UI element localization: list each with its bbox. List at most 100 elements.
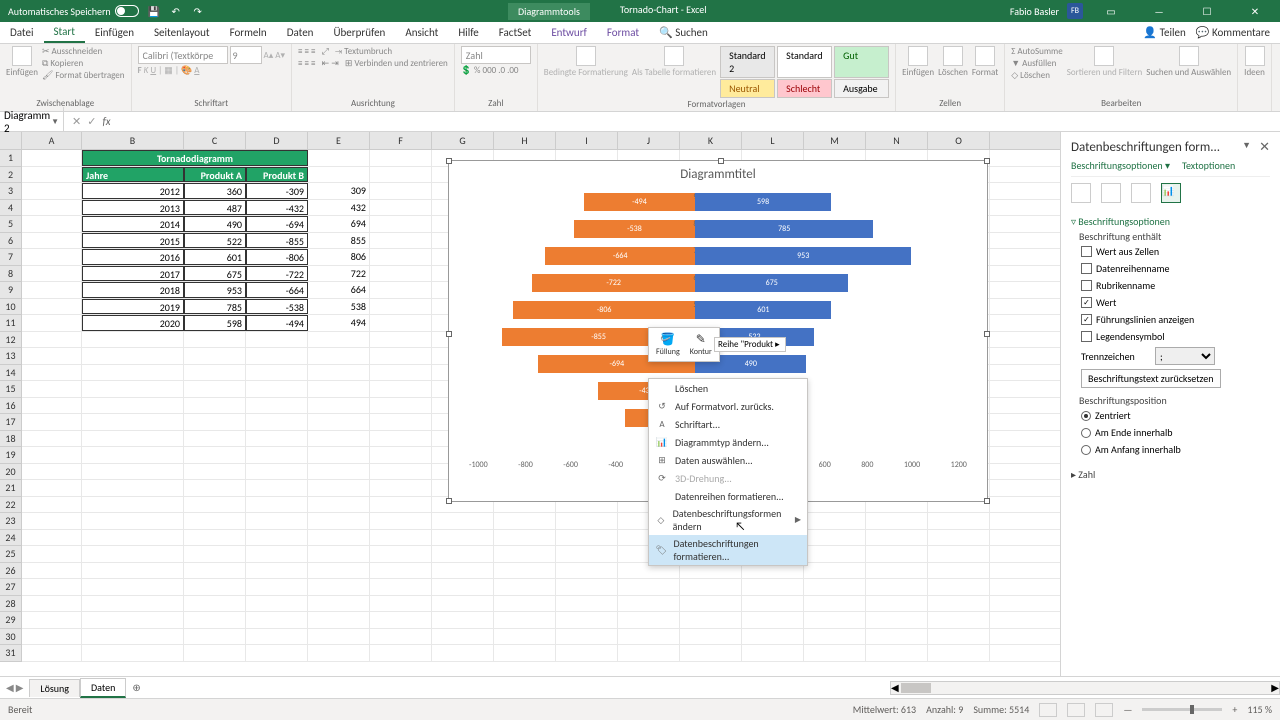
maximize-icon[interactable]: ☐ — [1187, 0, 1227, 22]
font-size-select[interactable] — [230, 46, 262, 64]
pane-tab-text-options[interactable]: Textoptionen — [1182, 159, 1235, 172]
pane-icon-options[interactable]: 📊 — [1161, 183, 1181, 203]
chart-title[interactable]: Diagrammtitel — [449, 161, 987, 188]
view-layout-button[interactable] — [1067, 703, 1085, 717]
enter-icon[interactable]: ✓ — [87, 115, 96, 128]
view-normal-button[interactable] — [1039, 703, 1057, 717]
fill-button-mini[interactable]: 🪣Füllung — [652, 331, 684, 358]
pane-section-options[interactable]: ▿ Beschriftungsoptionen — [1071, 213, 1270, 230]
ideas-button[interactable]: Ideen — [1244, 46, 1265, 78]
separator-select[interactable]: ; — [1155, 347, 1215, 365]
check-reihenname[interactable] — [1081, 263, 1092, 274]
ctx-format-series[interactable]: Datenreihen formatieren... — [649, 487, 807, 505]
as-table-button[interactable]: Als Tabelle formatieren — [632, 46, 716, 78]
zoom-out-button[interactable]: — — [1123, 703, 1132, 716]
check-legend[interactable] — [1081, 331, 1092, 342]
format-painter-button[interactable]: 🖌 Format übertragen — [42, 70, 125, 81]
font-name-select[interactable] — [138, 46, 228, 64]
number-format-select[interactable] — [461, 46, 531, 64]
series-selector[interactable]: Reihe "Produkt ▸ — [714, 337, 786, 352]
tab-formulas[interactable]: Formeln — [220, 23, 277, 42]
sort-filter-button[interactable]: Sortieren und Filtern — [1067, 46, 1143, 78]
tab-search[interactable]: 🔍 Suchen — [649, 23, 718, 42]
fx-icon[interactable]: fx — [102, 115, 110, 128]
horizontal-scrollbar[interactable]: ◀▶ — [890, 681, 1280, 695]
find-button[interactable]: Suchen und Auswählen — [1146, 46, 1231, 78]
cancel-icon[interactable]: ✕ — [72, 115, 81, 128]
ctx-format-labels[interactable]: 🏷Datenbeschriftungen formatieren... — [649, 535, 807, 565]
fill-button[interactable]: ▼ Ausfüllen — [1011, 58, 1062, 69]
row-headers[interactable]: 1234567891011121314151617181920212223242… — [0, 150, 22, 662]
tab-view[interactable]: Ansicht — [395, 23, 448, 42]
tab-review[interactable]: Überprüfen — [323, 23, 395, 42]
autosum-button[interactable]: Σ AutoSumme — [1011, 46, 1062, 57]
pane-tab-label-options[interactable]: Beschriftungsoptionen ▾ — [1071, 159, 1170, 172]
user-name[interactable]: Fabio Basler — [1010, 5, 1059, 18]
autosave-toggle[interactable]: Automatisches Speichern — [8, 5, 139, 18]
style-schlecht[interactable]: Schlecht — [777, 79, 832, 98]
tab-factset[interactable]: FactSet — [489, 23, 542, 42]
ctx-select-data[interactable]: ⊞Daten auswählen... — [649, 451, 807, 469]
share-button[interactable]: 👤 Teilen — [1143, 26, 1185, 39]
add-sheet-button[interactable]: ⊕ — [126, 679, 146, 696]
delete-cells-button[interactable]: Löschen — [938, 46, 968, 78]
redo-icon[interactable]: ↷ — [191, 4, 205, 18]
tab-format[interactable]: Format — [597, 23, 649, 42]
check-rubrikenname[interactable] — [1081, 280, 1092, 291]
select-all-corner[interactable] — [0, 132, 22, 150]
clear-button[interactable]: ◇ Löschen — [1011, 70, 1062, 81]
cut-button[interactable]: ✂ Ausschneiden — [42, 46, 125, 57]
radio-ende[interactable] — [1081, 428, 1091, 438]
pane-icon-fill[interactable] — [1071, 183, 1091, 203]
tab-help[interactable]: Hilfe — [448, 23, 488, 42]
tab-file[interactable]: Datei — [0, 23, 44, 42]
style-standard2[interactable]: Standard 2 — [720, 46, 775, 78]
ctx-font[interactable]: ASchriftart... — [649, 415, 807, 433]
format-cells-button[interactable]: Format — [972, 46, 998, 78]
minimize-icon[interactable]: — — [1139, 0, 1179, 22]
outline-button-mini[interactable]: ✎Kontur — [686, 331, 716, 358]
view-pagebreak-button[interactable] — [1095, 703, 1113, 717]
style-neutral[interactable]: Neutral — [720, 79, 775, 98]
close-icon[interactable]: ✕ — [1235, 0, 1275, 22]
ctx-delete[interactable]: Löschen — [649, 379, 807, 397]
toggle-off-icon[interactable] — [115, 5, 139, 17]
tab-design[interactable]: Entwurf — [541, 23, 597, 42]
sheet-tab-daten[interactable]: Daten — [80, 678, 126, 698]
sheet-nav-next[interactable]: ▶ — [16, 681, 24, 694]
tab-insert[interactable]: Einfügen — [85, 23, 144, 42]
pane-section-zahl[interactable]: ▸ Zahl — [1071, 466, 1270, 483]
undo-icon[interactable]: ↶ — [169, 4, 183, 18]
tab-home[interactable]: Start — [44, 22, 85, 43]
pane-icon-effects[interactable] — [1101, 183, 1121, 203]
pane-close-icon[interactable]: ✕ — [1259, 140, 1270, 155]
radio-zentriert[interactable] — [1081, 411, 1091, 421]
sheet-tab-loesung[interactable]: Lösung — [29, 679, 80, 697]
style-standard[interactable]: Standard — [777, 46, 832, 78]
zoom-level[interactable]: 115 % — [1247, 703, 1272, 716]
check-wert-zellen[interactable] — [1081, 246, 1092, 257]
reset-label-button[interactable]: Beschriftungstext zurücksetzen — [1081, 369, 1221, 388]
tab-layout[interactable]: Seitenlayout — [144, 23, 220, 42]
insert-cells-button[interactable]: Einfügen — [902, 46, 934, 78]
cond-fmt-button[interactable]: Bedingte Formatierung — [544, 46, 628, 78]
check-fuehrung[interactable]: ✓ — [1081, 314, 1092, 325]
save-icon[interactable]: 💾 — [147, 4, 161, 18]
pane-icon-size[interactable] — [1131, 183, 1151, 203]
ctx-change-chart[interactable]: 📊Diagrammtyp ändern... — [649, 433, 807, 451]
radio-anfang[interactable] — [1081, 445, 1091, 455]
comments-button[interactable]: 💬 Kommentare — [1196, 26, 1270, 39]
user-avatar[interactable]: FB — [1067, 3, 1083, 19]
paste-button[interactable]: Einfügen — [6, 46, 38, 78]
copy-button[interactable]: ⧉ Kopieren — [42, 58, 125, 69]
tab-data[interactable]: Daten — [277, 23, 324, 42]
ctx-reset[interactable]: ↺Auf Formatvorl. zurücks. — [649, 397, 807, 415]
check-wert[interactable]: ✓ — [1081, 297, 1092, 308]
ctx-change-shape[interactable]: ◇Datenbeschriftungsformen ändern▶ — [649, 505, 807, 535]
pane-dropdown-icon[interactable]: ▼ — [1242, 140, 1251, 155]
style-gut[interactable]: Gut — [834, 46, 889, 78]
sheet-nav-prev[interactable]: ◀ — [6, 681, 14, 694]
ribbon-options-icon[interactable]: ▭ — [1091, 0, 1131, 22]
zoom-in-button[interactable]: + — [1232, 703, 1237, 716]
style-ausgabe[interactable]: Ausgabe — [834, 79, 889, 98]
